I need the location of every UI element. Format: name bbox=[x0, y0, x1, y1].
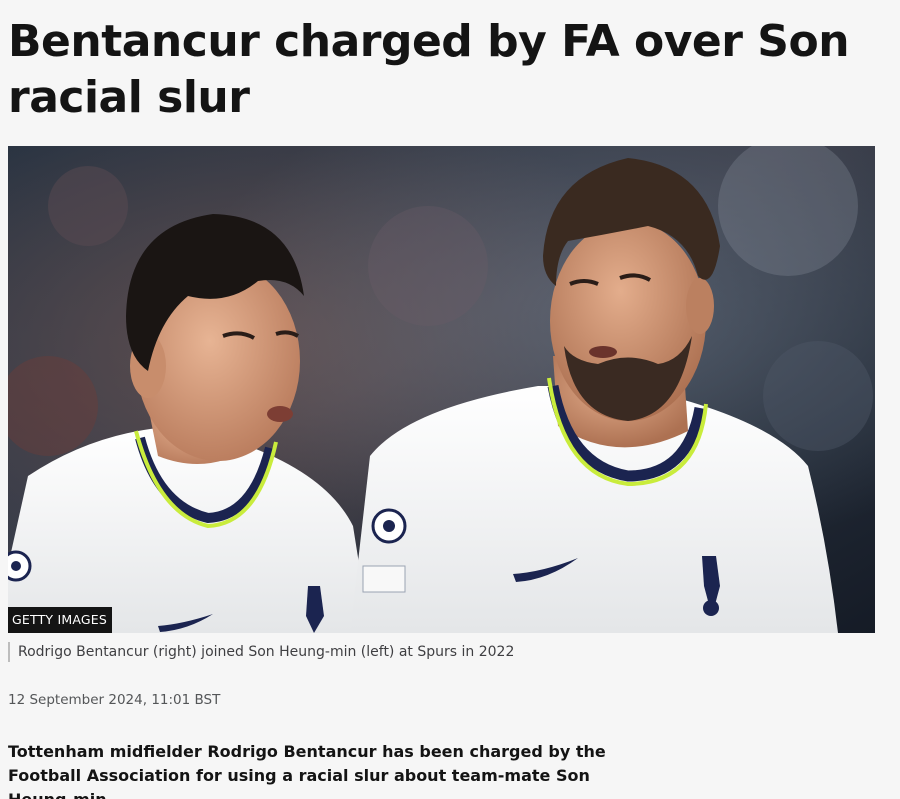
article-lede: Tottenham midfielder Rodrigo Bentancur h… bbox=[8, 742, 606, 799]
article-photo-illustration bbox=[8, 146, 875, 633]
champions-league-badge-icon bbox=[8, 550, 32, 582]
image-caption: Rodrigo Bentancur (right) joined Son Heu… bbox=[8, 642, 514, 662]
article: Bentancur charged by FA over Son racial … bbox=[0, 0, 900, 799]
headline: Bentancur charged by FA over Son racial … bbox=[8, 16, 850, 123]
article-image: GETTY IMAGES bbox=[8, 146, 875, 633]
publish-timestamp: 12 September 2024, 11:01 BST bbox=[8, 692, 221, 708]
image-credit: GETTY IMAGES bbox=[8, 607, 112, 633]
